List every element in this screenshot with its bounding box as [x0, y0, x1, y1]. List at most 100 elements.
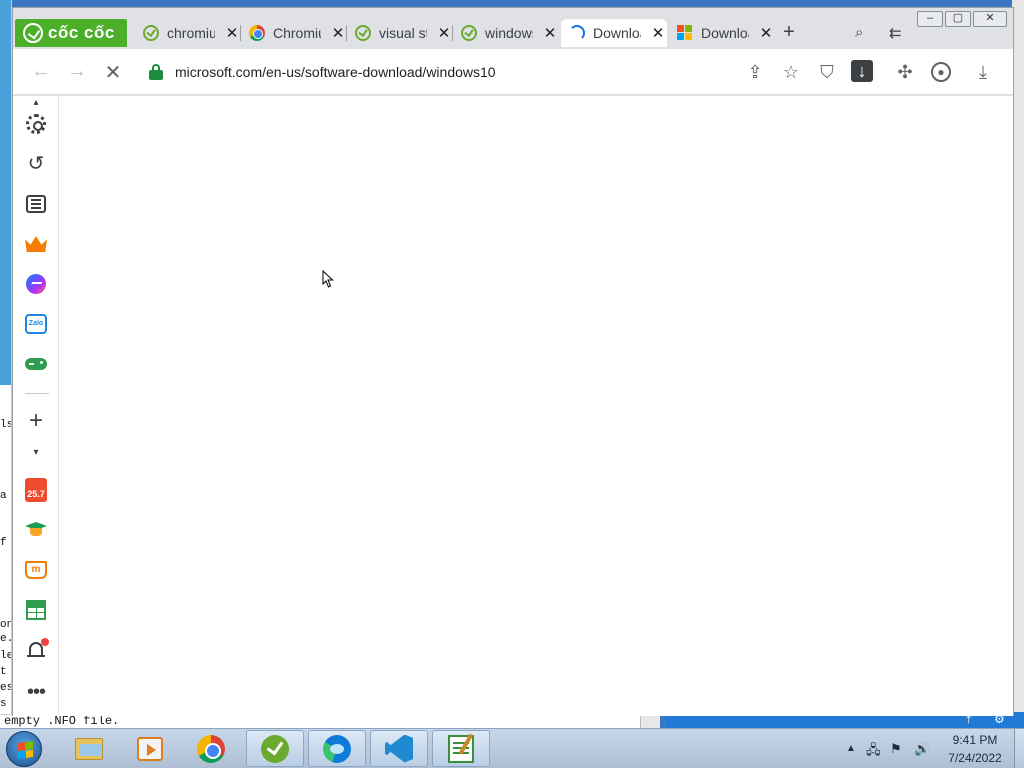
more-icon: •••: [26, 681, 46, 703]
tab-download-microsoft[interactable]: Download ✕: [669, 19, 775, 47]
sidebar-item-history[interactable]: ↺: [24, 152, 48, 176]
chrome-icon: [197, 734, 225, 763]
media-player-icon: [137, 736, 163, 761]
clock[interactable]: 9:41 PM 7/24/2022: [940, 733, 1010, 766]
stop-loading-button[interactable]: ✕: [101, 60, 125, 85]
zalo-icon: Zalo: [25, 314, 47, 334]
extensions-icon[interactable]: ✣: [893, 60, 917, 84]
sidebar: ▴ ↺ Zalo + ▾ 25.7 m •••: [13, 96, 59, 716]
downloads-icon[interactable]: ⤓: [971, 60, 995, 84]
close-icon[interactable]: ✕: [543, 24, 557, 42]
tab-visual-studio[interactable]: visual studio ✕: [347, 19, 453, 47]
share-icon[interactable]: ⇪: [743, 60, 767, 84]
crown-icon: [25, 236, 47, 252]
clock-date: 7/24/2022: [948, 751, 1002, 765]
tab-title: Download: [701, 25, 749, 41]
taskbar-explorer[interactable]: [60, 730, 118, 767]
network-icon[interactable]: 🖧: [866, 741, 881, 763]
tab-search-icon[interactable]: ⌕: [855, 24, 863, 41]
list-icon: [26, 195, 46, 213]
download-video-icon[interactable]: ↓: [851, 60, 873, 82]
sidebar-item-messenger[interactable]: [24, 272, 48, 296]
minimize-button[interactable]: –: [917, 11, 943, 27]
address-text[interactable]: microsoft.com/en-us/software-download/wi…: [175, 64, 496, 80]
sidebar-item-shopping[interactable]: m: [24, 558, 48, 582]
shield-icon[interactable]: ⛉: [815, 60, 839, 84]
sidebar-item-crown[interactable]: [24, 232, 48, 256]
lock-icon[interactable]: [149, 64, 163, 80]
coccoc-icon: [355, 25, 371, 41]
bell-icon: [24, 638, 49, 662]
coccoc-icon: [143, 25, 159, 41]
taskbar-edge[interactable]: [308, 730, 366, 767]
folder-icon: [75, 737, 103, 760]
maximize-button[interactable]: ▢: [945, 11, 971, 27]
sidebar-item-sheets[interactable]: [24, 598, 48, 622]
background-text-fragment: f: [0, 537, 7, 549]
cart-icon: m: [25, 561, 47, 579]
star-icon[interactable]: ☆: [779, 60, 803, 84]
taskbar-media-player[interactable]: [121, 730, 179, 767]
tab-download-active[interactable]: Download ✕: [561, 19, 667, 47]
background-text-fragment: es: [0, 682, 12, 694]
toolbar: ← → ✕ microsoft.com/en-us/software-downl…: [13, 49, 1013, 95]
page-content[interactable]: [59, 96, 1013, 716]
history-icon: ↺: [27, 153, 45, 175]
chrome-icon: [249, 25, 265, 41]
back-button[interactable]: ←: [29, 60, 53, 83]
profile-icon[interactable]: ●: [931, 62, 951, 82]
close-icon[interactable]: ✕: [437, 24, 451, 42]
sidebar-item-zalo[interactable]: Zalo: [24, 312, 48, 336]
background-text-fragment: s: [0, 698, 7, 710]
close-icon[interactable]: ✕: [225, 24, 239, 42]
close-icon[interactable]: ✕: [759, 24, 773, 42]
taskbar-vscode[interactable]: [370, 730, 428, 767]
messenger-icon: [26, 274, 46, 294]
tab-chromium-2[interactable]: Chromium ✕: [241, 19, 347, 47]
vscode-icon: [385, 734, 413, 763]
tab-title: chromium: [167, 25, 215, 41]
tab-windows[interactable]: windows ✕: [453, 19, 559, 47]
forward-button[interactable]: →: [65, 60, 89, 83]
show-desktop-button[interactable]: [1014, 729, 1024, 768]
volume-icon[interactable]: 🔊: [914, 741, 930, 757]
tab-title: Download: [593, 25, 641, 41]
sidebar-add-button[interactable]: +: [24, 409, 48, 433]
taskbar-coccoc[interactable]: [246, 730, 304, 767]
notepad-icon: [448, 734, 474, 763]
address-bar[interactable]: microsoft.com/en-us/software-download/wi…: [139, 55, 881, 89]
plus-icon: +: [28, 407, 43, 434]
coccoc-brand-button[interactable]: cốc cốc: [15, 19, 127, 47]
start-button[interactable]: [6, 731, 42, 767]
background-text-fragment: t: [0, 666, 7, 678]
background-window-left: ls a f on e. le t es s: [0, 0, 12, 728]
back-to-tab-icon[interactable]: ⇇: [889, 24, 902, 42]
sidebar-item-reading-list[interactable]: [24, 192, 48, 216]
tab-chromium[interactable]: chromium ✕: [135, 19, 241, 47]
graduation-icon: [25, 522, 47, 538]
clock-time: 9:41 PM: [952, 733, 998, 747]
sidebar-more-button[interactable]: •••: [24, 680, 48, 704]
coccoc-icon: [461, 25, 477, 41]
show-hidden-icons-button[interactable]: ▲: [846, 743, 856, 754]
coccoc-icon: [261, 734, 289, 763]
scroll-down-icon[interactable]: ▾: [24, 446, 48, 460]
new-tab-button[interactable]: +: [777, 21, 801, 44]
sidebar-item-settings[interactable]: [24, 112, 48, 136]
action-center-flag-icon[interactable]: ⚑: [890, 741, 902, 757]
sidebar-item-education[interactable]: [24, 518, 48, 542]
background-text-fragment: ls: [0, 419, 12, 431]
coccoc-logo-icon: [23, 23, 43, 43]
sidebar-item-notifications[interactable]: [24, 638, 49, 662]
scroll-up-icon[interactable]: ▴: [24, 96, 48, 110]
sidebar-item-games[interactable]: [24, 352, 48, 376]
close-window-button[interactable]: ✕: [973, 11, 1007, 27]
tab-title: Chromium: [273, 25, 321, 41]
close-icon[interactable]: ✕: [651, 24, 665, 42]
gear-icon: [26, 114, 46, 134]
taskbar-chrome[interactable]: [182, 730, 240, 767]
sidebar-item-shopee[interactable]: 25.7: [24, 478, 48, 502]
tab-strip: cốc cốc chromium ✕ Chromium ✕ visual stu…: [13, 8, 1013, 49]
close-icon[interactable]: ✕: [331, 24, 345, 42]
taskbar-notepadpp[interactable]: [432, 730, 490, 767]
